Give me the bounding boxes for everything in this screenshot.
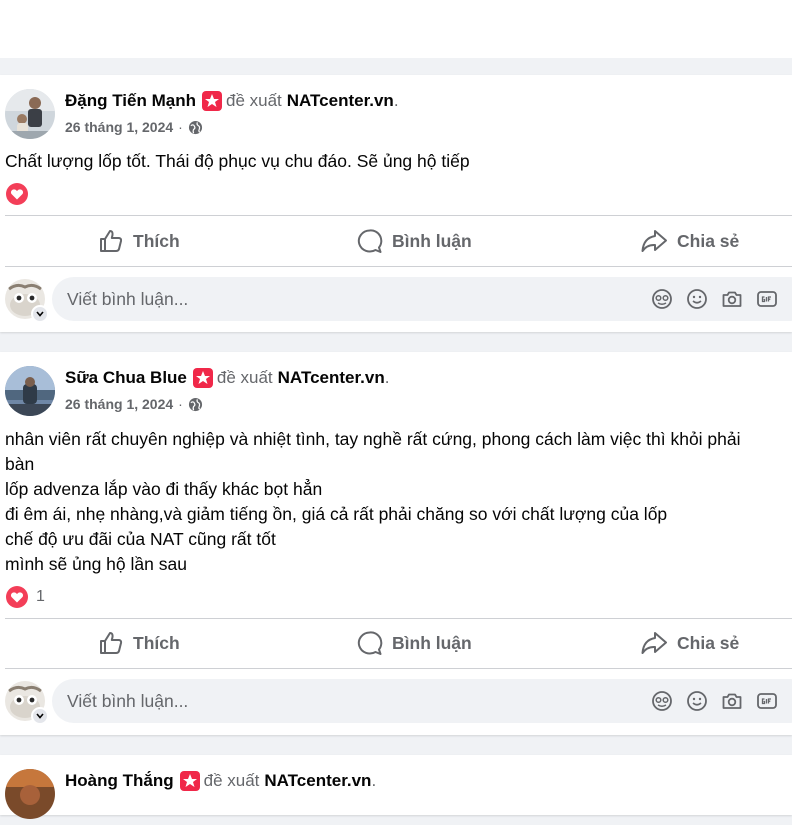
recommends-label: đề xuất xyxy=(203,771,260,790)
post-title-line: Sữa Chua Blue đề xuất NATcenter.vn . xyxy=(65,368,389,388)
post-header: Hoàng Thắng đề xuất NATcenter.vn . xyxy=(0,755,792,825)
comment-button[interactable]: Bình luận xyxy=(356,218,472,264)
like-button[interactable]: Thích xyxy=(98,218,180,264)
comment-bubble-icon xyxy=(357,630,383,655)
chevron-down-icon[interactable] xyxy=(31,305,49,323)
star-badge-icon xyxy=(192,368,213,388)
share-label: Chia sẻ xyxy=(677,230,740,251)
chevron-down-icon[interactable] xyxy=(31,707,49,725)
avatar[interactable] xyxy=(5,366,55,416)
post-title-line: Đặng Tiến Mạnh đề xuất NATcenter.vn . xyxy=(65,91,399,111)
star-badge-icon xyxy=(179,771,200,791)
avatar-sticker-icon[interactable] xyxy=(651,690,673,712)
author-name[interactable]: Đặng Tiến Mạnh xyxy=(65,91,196,111)
divider xyxy=(5,215,792,216)
meta-separator: · xyxy=(178,119,183,135)
thumbs-up-icon xyxy=(100,632,123,654)
comment-label: Bình luận xyxy=(392,632,472,653)
like-label: Thích xyxy=(133,230,180,251)
heart-reaction-icon xyxy=(6,586,28,608)
gif-icon[interactable] xyxy=(756,288,778,310)
recommends-label: đề xuất xyxy=(216,368,273,387)
period: . xyxy=(384,368,390,387)
globe-icon xyxy=(188,120,202,134)
divider xyxy=(5,618,792,619)
post-text: nhân viên rất chuyên nghiệp và nhiệt tìn… xyxy=(5,427,791,577)
heart-reaction-icon xyxy=(6,183,28,205)
composer-tools xyxy=(651,690,791,712)
globe-icon xyxy=(188,397,202,411)
comment-button[interactable]: Bình luận xyxy=(356,620,472,666)
reaction-summary[interactable] xyxy=(6,183,28,205)
share-arrow-icon xyxy=(641,230,667,252)
post-date[interactable]: 26 tháng 1, 2024 xyxy=(65,396,173,412)
top-area xyxy=(0,0,792,58)
author-name[interactable]: Hoàng Thắng xyxy=(65,771,174,791)
post-meta: 26 tháng 1, 2024 · xyxy=(65,396,203,412)
reaction-summary[interactable]: 1 xyxy=(6,586,45,608)
comment-composer xyxy=(0,277,792,327)
like-button[interactable]: Thích xyxy=(98,620,180,666)
post-text-line: đi êm ái, nhẹ nhàng,và giảm tiếng ồn, gi… xyxy=(5,504,668,524)
like-label: Thích xyxy=(133,632,180,653)
camera-icon[interactable] xyxy=(721,288,743,310)
thumbs-up-icon xyxy=(100,230,123,252)
post-text: Chất lượng lốp tốt. Thái độ phục vụ chu … xyxy=(5,149,791,174)
review-post: Đặng Tiến Mạnh đề xuất NATcenter.vn . 26… xyxy=(0,75,792,332)
divider xyxy=(5,266,792,267)
emoji-icon[interactable] xyxy=(686,288,708,310)
post-text-line: lốp advenza lắp vào đi thấy khác bọt hẳn xyxy=(5,479,323,499)
post-text-line: mình sẽ ủng hộ lần sau xyxy=(5,554,187,574)
period: . xyxy=(393,91,399,110)
action-bar: Thích Bình luận Chia sẻ xyxy=(0,620,792,666)
comment-composer xyxy=(0,679,792,729)
period: . xyxy=(371,771,377,790)
reaction-count[interactable]: 1 xyxy=(36,588,45,606)
avatar[interactable] xyxy=(5,89,55,139)
avatar[interactable] xyxy=(5,769,55,819)
comment-bubble-icon xyxy=(357,228,383,253)
action-bar: Thích Bình luận Chia sẻ xyxy=(0,218,792,264)
gif-icon[interactable] xyxy=(756,690,778,712)
emoji-icon[interactable] xyxy=(686,690,708,712)
review-post: Sữa Chua Blue đề xuất NATcenter.vn . 26 … xyxy=(0,352,792,735)
post-date[interactable]: 26 tháng 1, 2024 xyxy=(65,119,173,135)
page-link[interactable]: NATcenter.vn xyxy=(287,91,394,111)
post-header: Sữa Chua Blue đề xuất NATcenter.vn . 26 … xyxy=(0,352,792,422)
comment-label: Bình luận xyxy=(392,230,472,251)
camera-icon[interactable] xyxy=(721,690,743,712)
page-link[interactable]: NATcenter.vn xyxy=(278,368,385,388)
author-name[interactable]: Sữa Chua Blue xyxy=(65,368,187,388)
meta-separator: · xyxy=(178,396,183,412)
post-meta: 26 tháng 1, 2024 · xyxy=(65,119,203,135)
divider xyxy=(5,668,792,669)
share-button[interactable]: Chia sẻ xyxy=(640,620,739,666)
post-text-line: nhân viên rất chuyên nghiệp và nhiệt tìn… xyxy=(5,429,741,449)
page-link[interactable]: NATcenter.vn xyxy=(264,771,371,791)
post-text-line: chế độ ưu đãi của NAT cũng rất tốt xyxy=(5,529,276,549)
share-button[interactable]: Chia sẻ xyxy=(640,218,739,264)
avatar-sticker-icon[interactable] xyxy=(651,288,673,310)
post-text-line: bàn xyxy=(5,454,35,474)
post-header: Đặng Tiến Mạnh đề xuất NATcenter.vn . 26… xyxy=(0,75,792,145)
star-badge-icon xyxy=(201,91,222,111)
share-arrow-icon xyxy=(641,632,667,654)
share-label: Chia sẻ xyxy=(677,632,740,653)
composer-tools xyxy=(651,288,791,310)
post-title-line: Hoàng Thắng đề xuất NATcenter.vn . xyxy=(65,771,376,791)
review-post: Hoàng Thắng đề xuất NATcenter.vn . xyxy=(0,755,792,819)
recommends-label: đề xuất xyxy=(225,91,282,110)
post-text-line: Chất lượng lốp tốt. Thái độ phục vụ chu … xyxy=(5,151,470,171)
